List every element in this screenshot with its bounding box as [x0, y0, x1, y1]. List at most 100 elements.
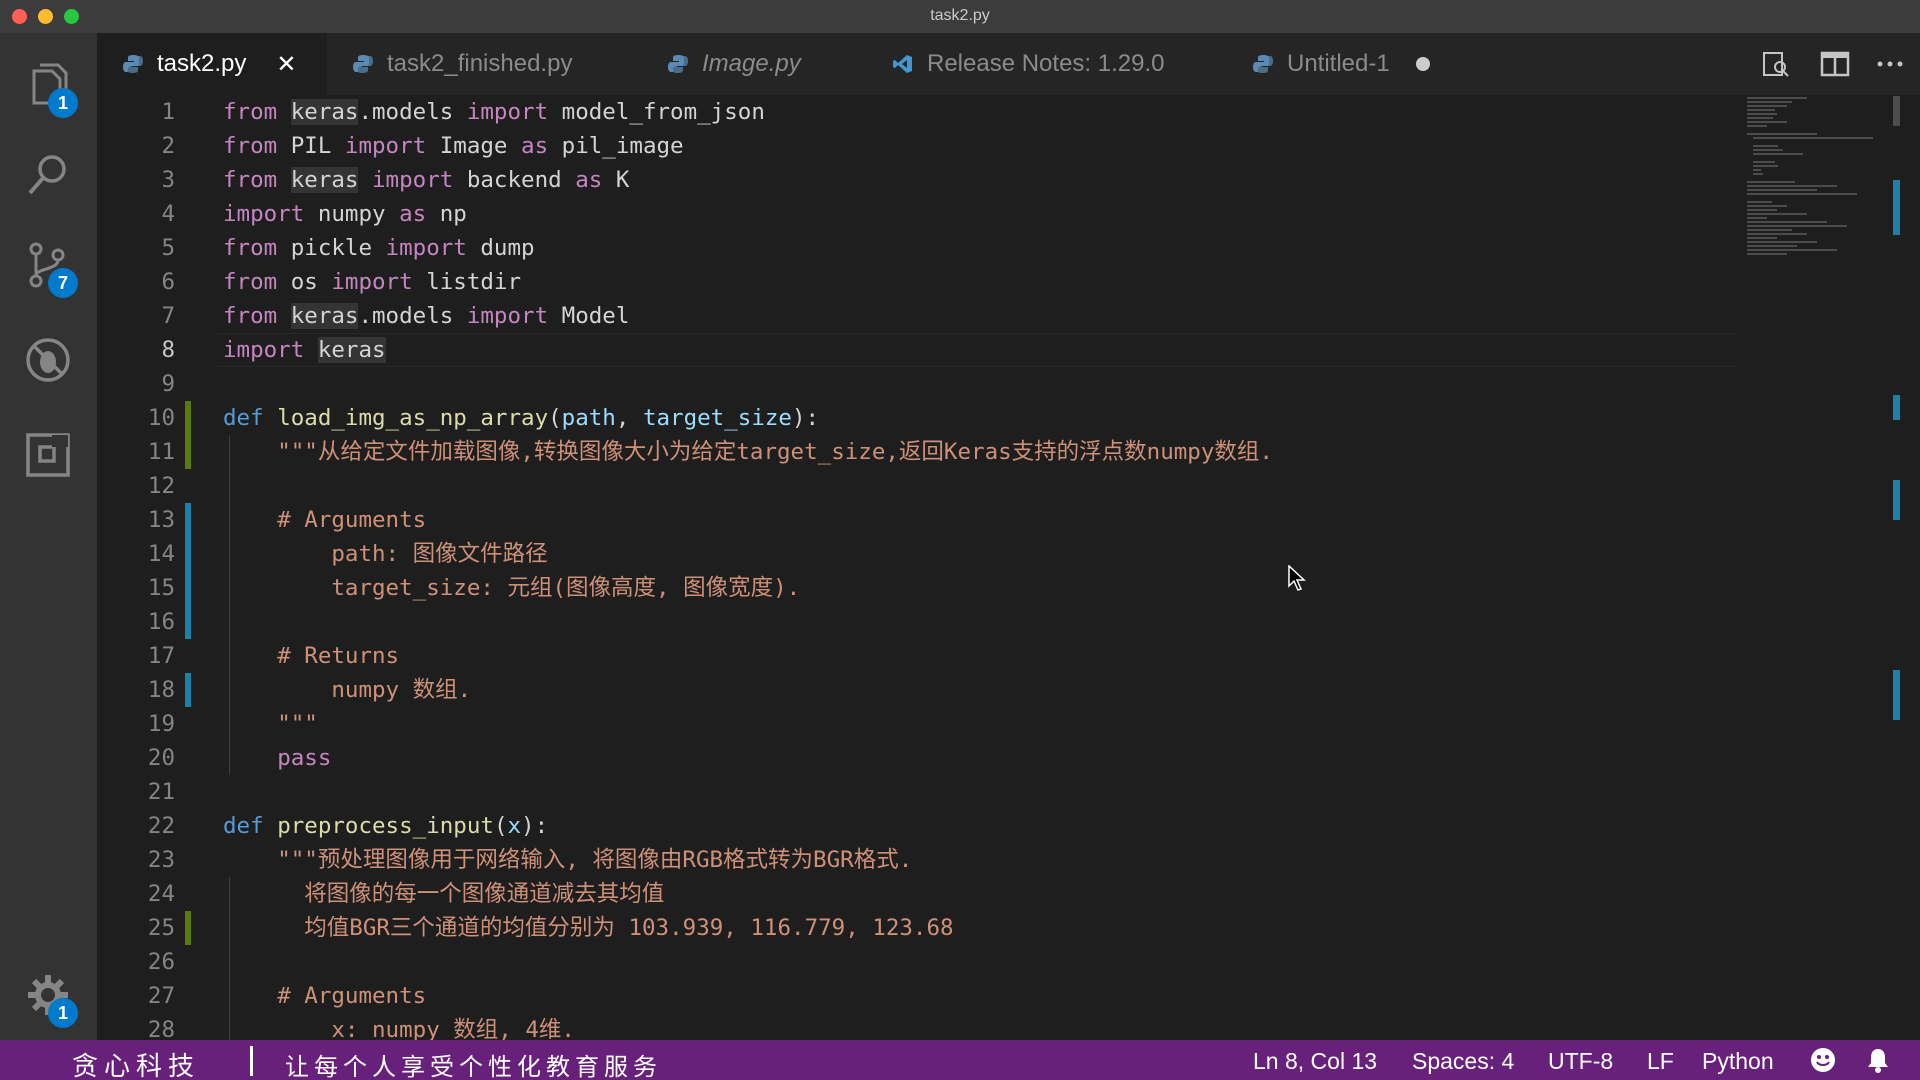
cursor-position[interactable]: Ln 8, Col 13 [1253, 1048, 1377, 1075]
minimap-line [1753, 173, 1763, 175]
code-line[interactable]: 23 """预处理图像用于网络输入, 将图像由RGB格式转为BGR格式. [97, 843, 1737, 877]
tab-task2[interactable]: task2.py ✕ [97, 33, 327, 95]
source-control-button[interactable]: 7 [0, 223, 97, 303]
minimap-line [1747, 209, 1777, 211]
code-token: import [223, 201, 318, 227]
code-line[interactable]: 12 [97, 469, 1737, 503]
code-line[interactable]: 15 target_size: 元组(图像高度, 图像宽度). [97, 571, 1737, 605]
code-line[interactable]: 11 """从给定文件加载图像,转换图像大小为给定target_size,返回K… [97, 435, 1737, 469]
language-mode[interactable]: Python [1702, 1048, 1774, 1075]
code-line[interactable]: 2 from PIL import Image as pil_image [97, 129, 1737, 163]
code-line[interactable]: 27 # Arguments [97, 979, 1737, 1013]
eol-setting[interactable]: LF [1647, 1048, 1674, 1075]
code-line[interactable]: 7 from keras.models import Model [97, 299, 1737, 333]
notifications-bell-icon[interactable] [1866, 1047, 1890, 1073]
line-number: 8 [161, 337, 175, 363]
code-line[interactable]: 19 """ [97, 707, 1737, 741]
code-token: K [615, 167, 630, 193]
code-line[interactable]: 9 [97, 367, 1737, 401]
code-line[interactable]: 25 均值BGR三个通道的均值分别为 103.939, 116.779, 123… [97, 911, 1737, 945]
code-line[interactable]: 26 [97, 945, 1737, 979]
code-line[interactable]: 17 # Returns [97, 639, 1737, 673]
extensions-button[interactable] [0, 413, 97, 493]
minimap-line [1747, 249, 1837, 251]
split-editor-icon[interactable] [1820, 51, 1850, 77]
code-line[interactable]: 14 path: 图像文件路径 [97, 537, 1737, 571]
code-line[interactable]: 22 def preprocess_input(x): [97, 809, 1737, 843]
feedback-smiley-icon[interactable] [1810, 1047, 1836, 1073]
slogan-text: 让每个人享受个性化教育服务 [285, 1054, 662, 1080]
minimap-line [1747, 97, 1807, 99]
tab-release-notes[interactable]: Release Notes: 1.29.0 [867, 33, 1227, 95]
minimap-line [1747, 117, 1773, 119]
code-token: pickle [290, 235, 386, 261]
more-actions-icon[interactable] [1876, 51, 1904, 77]
code-line[interactable]: 20 pass [97, 741, 1737, 775]
close-tab-icon[interactable]: ✕ [276, 50, 296, 79]
code-token: os [290, 269, 332, 295]
git-change-marker [185, 571, 191, 605]
explorer-button[interactable]: 1 [0, 43, 97, 123]
code-line[interactable]: 4 import numpy as np [97, 197, 1737, 231]
code-token: PIL [290, 133, 345, 159]
code-text: import numpy as np [223, 197, 467, 231]
minimap-line [1747, 217, 1767, 219]
code-line[interactable]: 24 将图像的每一个图像通道减去其均值 [97, 877, 1737, 911]
encoding-setting[interactable]: UTF-8 [1548, 1048, 1613, 1075]
line-number: 22 [147, 813, 175, 839]
code-token: # Arguments [277, 507, 427, 533]
brand-text: 贪心科技 [72, 1051, 201, 1080]
line-number: 9 [161, 371, 175, 397]
minimap-line [1747, 133, 1817, 135]
code-line[interactable]: 28 x: numpy 数组, 4维. [97, 1013, 1737, 1040]
line-number: 5 [161, 235, 175, 261]
minimap[interactable] [1745, 95, 1885, 395]
code-line[interactable]: 6 from os import listdir [97, 265, 1737, 299]
code-line[interactable]: 10 def load_img_as_np_array(path, target_… [97, 401, 1737, 435]
open-changes-icon[interactable] [1762, 51, 1790, 77]
code-token: dump [480, 235, 535, 261]
indentation-setting[interactable]: Spaces: 4 [1412, 1048, 1514, 1075]
minimap-line [1747, 189, 1817, 191]
code-token: models [372, 303, 467, 329]
line-number: 20 [147, 745, 175, 771]
scrollbar-thumb[interactable] [1893, 96, 1900, 126]
code-token: Model [561, 303, 630, 329]
code-token: ): [521, 813, 549, 839]
tab-image[interactable]: Image.py [642, 33, 867, 95]
title-bar: task2.py [0, 0, 1920, 33]
code-token: backend [466, 167, 576, 193]
code-line[interactable]: 16 [97, 605, 1737, 639]
line-number: 28 [147, 1017, 175, 1040]
code-line[interactable]: 13 # Arguments [97, 503, 1737, 537]
code-token: models [372, 99, 467, 125]
code-line[interactable]: 3 from keras import backend as K [97, 163, 1737, 197]
code-line[interactable]: 18 numpy 数组. [97, 673, 1737, 707]
code-token: import [358, 167, 467, 193]
minimap-line [1747, 225, 1847, 227]
tab-label: Image.py [702, 50, 801, 77]
unsaved-dot-icon[interactable] [1415, 57, 1430, 71]
code-token: numpy 数组. [331, 677, 472, 703]
debug-button[interactable] [0, 318, 97, 398]
code-token: from [223, 269, 291, 295]
minimap-line [1753, 153, 1803, 155]
code-line[interactable]: 8 import keras [97, 333, 1737, 367]
line-number: 27 [147, 983, 175, 1009]
tab-task2-finished[interactable]: task2_finished.py [327, 33, 642, 95]
code-text: from PIL import Image as pil_image [223, 129, 684, 163]
code-editor[interactable]: 1 from keras.models import model_from_jso… [97, 95, 1920, 1040]
line-number: 10 [147, 405, 175, 431]
settings-button[interactable]: 1 [0, 953, 97, 1033]
code-line[interactable]: 1 from keras.models import model_from_jso… [97, 95, 1737, 129]
code-line[interactable]: 21 [97, 775, 1737, 809]
search-button[interactable] [0, 133, 97, 213]
minimap-line [1747, 101, 1792, 103]
code-token: as [399, 201, 440, 227]
code-token: """从给定文件加载图像,转换图像大小为给定target_size,返回Kera… [277, 439, 1273, 465]
code-line[interactable]: 5 from pickle import dump [97, 231, 1737, 265]
tab-untitled[interactable]: Untitled-1 [1227, 33, 1487, 95]
minimap-line [1753, 161, 1775, 163]
